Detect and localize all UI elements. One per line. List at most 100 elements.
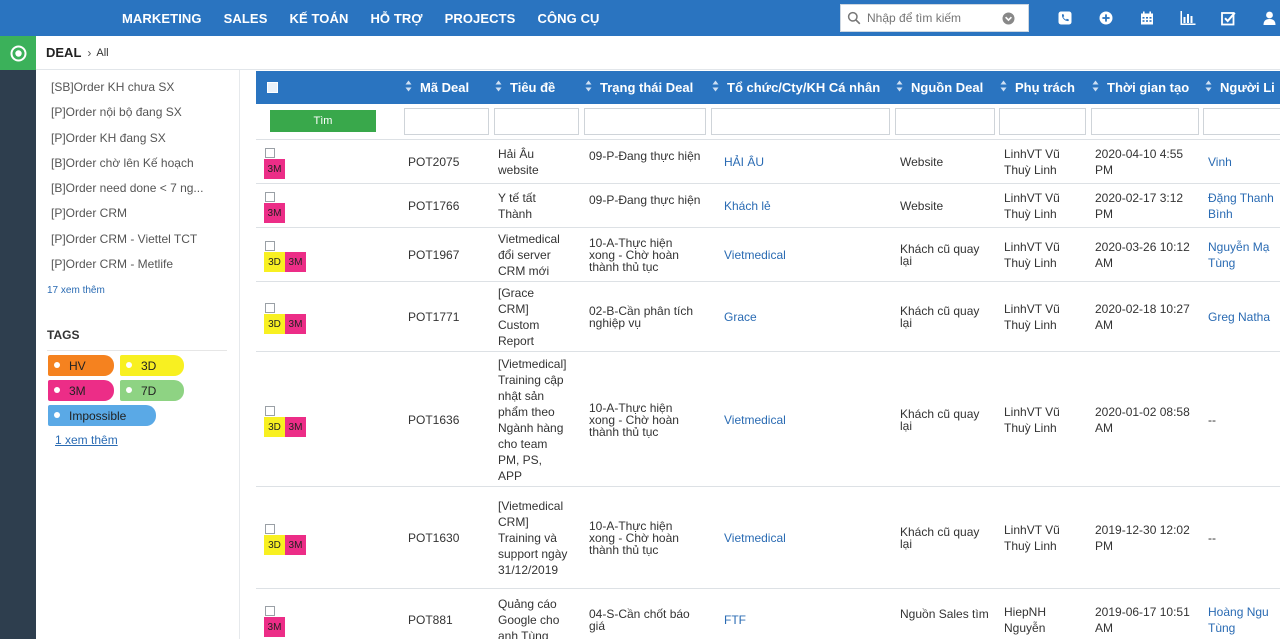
column-header-status[interactable]: Trạng thái Deal	[585, 71, 693, 104]
filter-item[interactable]: [SB]Order KH chưa SX	[51, 80, 174, 94]
row-checkbox[interactable]	[265, 148, 275, 158]
cell-contact[interactable]: Greg Natha	[1208, 309, 1280, 325]
row-checkbox[interactable]	[265, 192, 275, 202]
nav-projects[interactable]: PROJECTS	[445, 11, 516, 26]
chevron-right-icon: ›	[87, 45, 92, 60]
cell-contact[interactable]: Đặng Thanh Bình	[1208, 190, 1280, 222]
filter-item[interactable]: [P]Order KH đang SX	[51, 131, 166, 145]
select-all-checkbox[interactable]	[267, 82, 278, 93]
tags-more-link[interactable]: 1 xem thêm	[55, 433, 118, 447]
cell-source: Khách cũ quay lại	[900, 242, 980, 268]
search-input[interactable]	[867, 11, 995, 25]
row-checkbox[interactable]	[265, 524, 275, 534]
cell-status: 10-A-Thực hiện xong - Chờ hoàn thành thủ…	[589, 519, 679, 557]
cell-org[interactable]: Vietmedical	[724, 247, 894, 263]
row-checkbox[interactable]	[265, 241, 275, 251]
cell-org[interactable]: HẢI ÂU	[724, 154, 894, 170]
dot-icon	[54, 412, 60, 418]
filter-item[interactable]: [P]Order nội bộ đang SX	[51, 105, 182, 119]
column-header-source[interactable]: Nguồn Deal	[896, 71, 983, 104]
check-square-icon[interactable]	[1208, 0, 1249, 36]
filter-item[interactable]: [B]Order chờ lên Kế hoạch	[51, 156, 194, 170]
cell-code: POT1630	[408, 531, 460, 545]
table-row[interactable]: 3D 3M POT1967 Vietmedical đổi server CRM mớ…	[256, 228, 1280, 282]
row-checkbox[interactable]	[265, 606, 275, 616]
nav-accounting[interactable]: KẾ TOÁN	[289, 11, 348, 26]
cell-org[interactable]: FTF	[724, 612, 894, 628]
table-row[interactable]: 3D 3M POT1771 [Grace CRM] Custom Report 02-B…	[256, 282, 1280, 352]
cell-contact[interactable]: Nguyễn Mạ Tùng	[1208, 239, 1280, 271]
cell-created: 2020-01-02 08:58 AM	[1095, 405, 1190, 435]
module-home-button[interactable]	[0, 36, 36, 70]
filter-created-time-input[interactable]	[1091, 108, 1199, 135]
nav-tools[interactable]: CÔNG CỤ	[537, 11, 599, 26]
user-icon[interactable]	[1249, 0, 1280, 36]
column-header-owner[interactable]: Phụ trách	[1000, 71, 1075, 104]
nav-marketing[interactable]: MARKETING	[122, 11, 202, 26]
cell-org[interactable]: Khách lẻ	[724, 198, 894, 214]
row-tags: 3D 3M	[264, 535, 306, 555]
cell-contact: --	[1208, 531, 1216, 545]
row-tags: 3D 3M	[264, 417, 306, 437]
cell-code: POT881	[408, 613, 453, 627]
tag-badge: 3M	[285, 417, 306, 437]
row-checkbox[interactable]	[265, 406, 275, 416]
filters-more-link[interactable]: 17 xem thêm	[47, 285, 105, 296]
cell-contact[interactable]: Vinh	[1208, 154, 1280, 170]
cell-source: Khách cũ quay lại	[900, 525, 980, 551]
phone-icon[interactable]	[1044, 0, 1085, 36]
filter-title-input[interactable]	[494, 108, 579, 135]
table-row[interactable]: 3M POT1766 Y tế tất Thành 09-P-Đang thực hi…	[256, 184, 1280, 228]
cell-org[interactable]: Grace	[724, 309, 894, 325]
cell-org[interactable]: Vietmedical	[724, 530, 894, 546]
dot-icon	[54, 387, 60, 393]
nav-support[interactable]: HỖ TRỢ	[370, 11, 422, 26]
column-header-created-time[interactable]: Thời gian tạo	[1092, 71, 1189, 104]
chevron-down-icon[interactable]	[995, 5, 1021, 31]
table-row[interactable]: 3M POT881 Quảng cáo Google cho anh Tùng 04-…	[256, 589, 1280, 639]
row-tags: 3M	[264, 617, 285, 637]
cell-contact[interactable]: Hoàng Ngu Tùng	[1208, 604, 1280, 636]
column-header-contact[interactable]: Người Li	[1205, 71, 1275, 104]
tag-hv[interactable]: HV	[48, 355, 114, 376]
filter-deal-code-input[interactable]	[404, 108, 489, 135]
plus-circle-icon[interactable]	[1085, 0, 1126, 36]
cell-owner: LinhVT Vũ Thuỳ Linh	[1004, 147, 1060, 177]
table-row[interactable]: 3D 3M POT1630 [Vietmedical CRM] Training và…	[256, 487, 1280, 589]
cell-code: POT2075	[408, 155, 460, 169]
table-row[interactable]: 3M POT2075 Hải Âu website 09-P-Đang thực hi…	[256, 140, 1280, 184]
filter-owner-input[interactable]	[999, 108, 1086, 135]
column-header-deal-code[interactable]: Mã Deal	[405, 71, 469, 104]
filter-item[interactable]: [B]Order need done < 7 ng...	[51, 181, 203, 195]
tag-7d[interactable]: 7D	[120, 380, 184, 401]
filter-item[interactable]: [P]Order CRM - Viettel TCT	[51, 232, 197, 246]
column-header-title[interactable]: Tiêu đề	[495, 71, 555, 104]
tag-badge: 3D	[264, 535, 285, 555]
bar-chart-icon[interactable]	[1167, 0, 1208, 36]
tag-3d[interactable]: 3D	[120, 355, 184, 376]
sort-icon	[1205, 80, 1212, 95]
cell-org[interactable]: Vietmedical	[724, 412, 894, 428]
tag-badge: 3M	[264, 159, 285, 179]
column-header-label: Tiêu đề	[510, 80, 556, 95]
filter-item[interactable]: [P]Order CRM - Metlife	[51, 257, 173, 271]
table-row[interactable]: 3D 3M POT1636 [Vietmedical] Training cập nh…	[256, 352, 1280, 487]
cell-status: 04-S-Cần chốt báo giá	[589, 607, 690, 633]
filter-item[interactable]: [P]Order CRM	[51, 206, 127, 220]
filter-organization-input[interactable]	[711, 108, 890, 135]
filter-source-input[interactable]	[895, 108, 995, 135]
column-header-organization[interactable]: Tổ chức/Cty/KH Cá nhân	[712, 71, 880, 104]
cell-status: 09-P-Đang thực hiện	[589, 149, 701, 163]
breadcrumb-module[interactable]: DEAL	[46, 45, 81, 60]
filter-status-input[interactable]	[584, 108, 706, 135]
row-checkbox[interactable]	[265, 303, 275, 313]
tag-3m[interactable]: 3M	[48, 380, 114, 401]
tag-impossible[interactable]: Impossible	[48, 405, 156, 426]
nav-sales[interactable]: SALES	[224, 11, 268, 26]
dot-icon	[126, 362, 132, 368]
cell-owner: LinhVT Vũ Thuỳ Linh	[1004, 405, 1060, 435]
filter-contact-input[interactable]	[1203, 108, 1280, 135]
calendar-icon[interactable]	[1126, 0, 1167, 36]
column-header-label: Phụ trách	[1015, 80, 1075, 95]
find-button[interactable]: Tìm	[270, 110, 376, 132]
